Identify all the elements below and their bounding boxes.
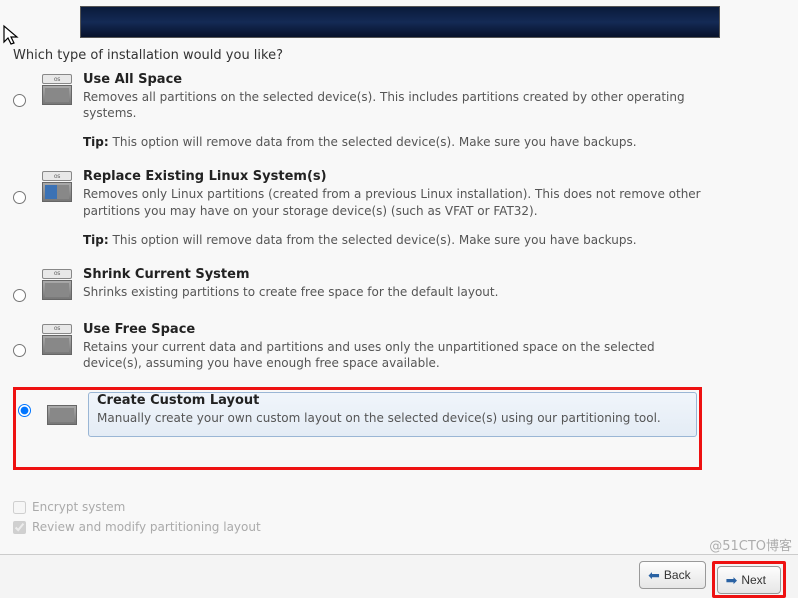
option-desc: Manually create your own custom layout o… [97,410,688,426]
option-title: Replace Existing Linux System(s) [83,169,702,184]
bottom-checkboxes: Encrypt system Review and modify partiti… [13,500,261,540]
disk-custom-icon: ? [47,394,77,425]
option-custom-layout[interactable]: ? Create Custom Layout Manually create y… [18,392,697,437]
option-tip: Tip: This option will remove data from t… [83,135,702,149]
option-desc: Removes all partitions on the selected d… [83,89,702,121]
option-title: Create Custom Layout [97,393,688,408]
option-replace-linux[interactable]: os Replace Existing Linux System(s) Remo… [13,163,702,260]
disk-shrink-icon: os ⇐ [42,269,72,300]
option-desc: Removes only Linux partitions (created f… [83,186,702,218]
disk-split-icon: os [42,171,72,202]
next-button[interactable]: ➡ Next [717,566,781,594]
encrypt-system-label: Encrypt system [32,500,125,514]
arrow-left-icon: ⬅ [648,567,660,584]
option-shrink-current[interactable]: os ⇐ Shrink Current System Shrinks exist… [13,261,702,316]
option-title: Use All Space [83,72,702,87]
option-title: Shrink Current System [83,267,702,282]
arrow-right-icon: ➡ [726,572,738,589]
next-button-label: Next [741,573,766,587]
installation-options: os Use All Space Removes all partitions … [13,66,702,470]
watermark: @51CTO博客 [709,535,792,554]
footer-bar: ⬅ Back ➡ Next [0,554,798,598]
review-partitioning-row[interactable]: Review and modify partitioning layout [13,520,261,534]
option-desc: Retains your current data and partitions… [83,339,702,371]
option-tip: Tip: This option will remove data from t… [83,233,702,247]
option-desc: Shrinks existing partitions to create fr… [83,284,702,300]
radio-custom-layout[interactable] [18,404,31,417]
highlight-next-button: ➡ Next [712,561,786,598]
page-heading: Which type of installation would you lik… [13,48,283,63]
review-partitioning-label: Review and modify partitioning layout [32,520,261,534]
option-title: Use Free Space [83,322,702,337]
encrypt-system-row[interactable]: Encrypt system [13,500,261,514]
radio-use-all-space[interactable] [13,94,26,107]
radio-use-free-space[interactable] [13,344,26,357]
back-button-label: Back [664,568,691,582]
highlight-custom-layout: ? Create Custom Layout Manually create y… [13,387,702,470]
option-use-free-space[interactable]: os Use Free Space Retains your current d… [13,316,702,385]
back-button[interactable]: ⬅ Back [639,561,705,589]
radio-shrink-current[interactable] [13,289,26,302]
review-partitioning-checkbox[interactable] [13,521,26,534]
option-use-all-space[interactable]: os Use All Space Removes all partitions … [13,66,702,163]
header-banner [80,6,720,38]
disk-full-icon: os [42,74,72,105]
encrypt-system-checkbox[interactable] [13,501,26,514]
disk-free-icon: os [42,324,72,355]
radio-replace-linux[interactable] [13,191,26,204]
